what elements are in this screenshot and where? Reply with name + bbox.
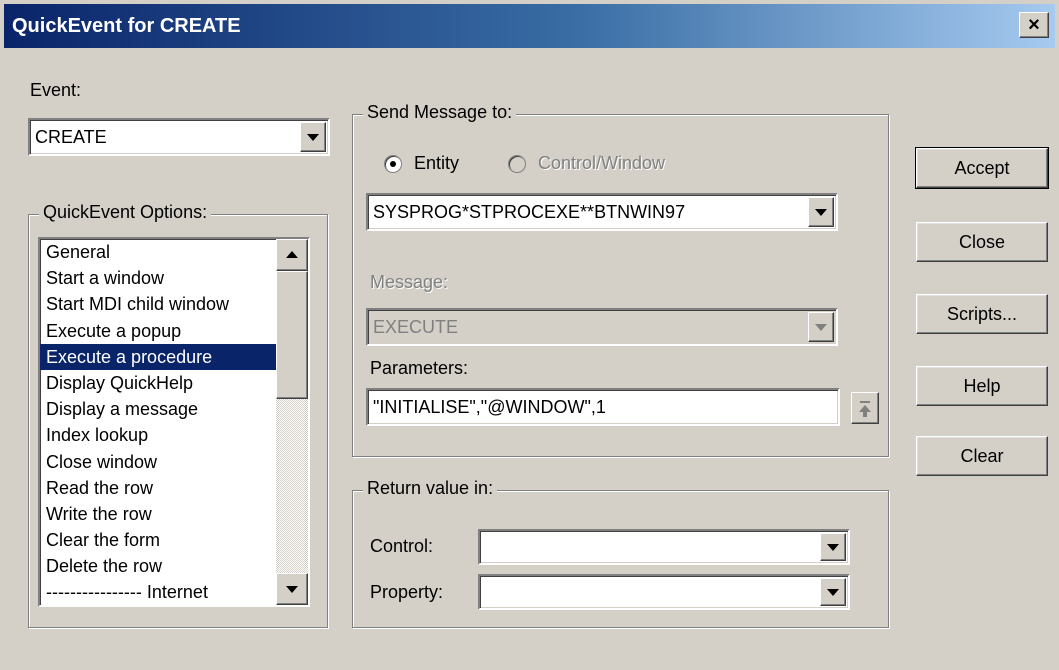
chevron-down-icon [827, 589, 839, 596]
chevron-down-icon [827, 544, 839, 551]
property-combobox[interactable] [478, 574, 850, 610]
scripts-button[interactable]: Scripts... [916, 294, 1048, 334]
close-button[interactable]: Close [916, 222, 1048, 262]
radio-entity[interactable] [384, 155, 402, 173]
list-item[interactable]: Execute a popup [40, 318, 308, 344]
parameters-upload-icon[interactable] [851, 392, 879, 424]
entity-dropdown-button[interactable] [808, 197, 834, 227]
list-item[interactable]: Display QuickHelp [40, 370, 308, 396]
quickevent-dialog: QuickEvent for CREATE × Event: CREATE Qu… [0, 0, 1059, 670]
list-item[interactable]: Read the row [40, 475, 308, 501]
list-item[interactable]: Start a window [40, 265, 308, 291]
scroll-thumb[interactable] [276, 271, 308, 399]
scroll-down-button[interactable] [276, 573, 308, 605]
quickevent-options-label: QuickEvent Options: [39, 202, 212, 223]
message-value: EXECUTE [373, 317, 459, 337]
message-dropdown-button [808, 312, 834, 342]
entity-value: SYSPROG*STPROCEXE**BTNWIN97 [373, 202, 686, 222]
list-item[interactable]: Write the row [40, 501, 308, 527]
property-dropdown-button[interactable] [820, 578, 846, 606]
chevron-down-icon [307, 134, 319, 141]
chevron-down-icon [815, 209, 827, 216]
event-value: CREATE [35, 127, 107, 147]
parameters-label: Parameters: [370, 358, 469, 378]
radio-control-window [508, 155, 526, 173]
message-label: Message: [370, 272, 449, 292]
close-icon[interactable]: × [1019, 12, 1049, 38]
list-item[interactable]: Display a message [40, 396, 308, 422]
title-bar[interactable]: QuickEvent for CREATE × [4, 4, 1055, 48]
list-item[interactable]: Start MDI child window [40, 291, 308, 317]
event-combobox[interactable]: CREATE [28, 118, 330, 156]
quickevent-options-list[interactable]: General Start a window Start MDI child win… [38, 237, 310, 607]
list-item[interactable]: Close window [40, 449, 308, 475]
list-item[interactable]: General [40, 239, 308, 265]
arrow-up-icon [286, 251, 298, 258]
list-item[interactable]: Execute a procedure [40, 343, 308, 370]
property-label: Property: [370, 582, 444, 602]
help-button[interactable]: Help [916, 366, 1048, 406]
accept-button[interactable]: Accept [915, 147, 1049, 189]
control-dropdown-button[interactable] [820, 533, 846, 561]
entity-combobox[interactable]: SYSPROG*STPROCEXE**BTNWIN97 [366, 193, 838, 231]
list-item[interactable]: Delete the row [40, 553, 308, 579]
list-item[interactable]: Clear the form [40, 527, 308, 553]
event-label: Event: [30, 80, 82, 100]
control-combobox[interactable] [478, 529, 850, 565]
parameters-value: "INITIALISE","@WINDOW",1 [373, 397, 606, 417]
parameters-input[interactable]: "INITIALISE","@WINDOW",1 [366, 388, 840, 426]
arrow-down-icon [286, 586, 298, 593]
scroll-up-button[interactable] [276, 239, 308, 271]
event-dropdown-button[interactable] [300, 122, 326, 152]
return-value-label: Return value in: [363, 478, 498, 499]
window-title: QuickEvent for CREATE [12, 15, 241, 37]
message-combobox: EXECUTE [366, 308, 838, 346]
radio-control-window-label: Control/Window [538, 153, 666, 173]
clear-button[interactable]: Clear [916, 436, 1048, 476]
send-message-label: Send Message to: [363, 102, 517, 123]
options-scrollbar[interactable] [276, 239, 308, 605]
chevron-down-icon [815, 324, 827, 331]
list-item[interactable]: Index lookup [40, 422, 308, 448]
control-label: Control: [370, 536, 434, 556]
radio-entity-label: Entity [414, 153, 460, 173]
list-item[interactable]: ---------------- Internet [40, 579, 308, 605]
